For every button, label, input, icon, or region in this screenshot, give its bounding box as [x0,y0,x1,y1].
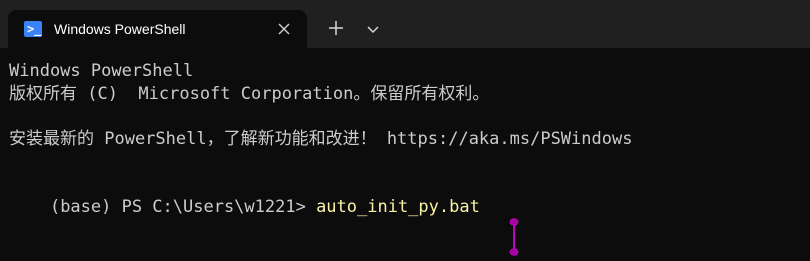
tab-bar: >_ Windows PowerShell [0,0,810,48]
chevron-down-icon [367,26,379,34]
tab-dropdown-button[interactable] [362,18,384,40]
terminal-line: Windows PowerShell [9,61,194,81]
plus-icon [329,21,343,35]
tab-windows-powershell[interactable]: >_ Windows PowerShell [8,10,307,48]
tab-title: Windows PowerShell [54,21,186,37]
prompt: (base) PS C:\Users\w1221> [49,197,317,217]
terminal-line: 安装最新的 PowerShell，了解新功能和改进！ https://aka.m… [9,129,633,149]
terminal-input-line: (base) PS C:\Users\w1221> auto_init_py.b… [9,174,480,240]
terminal-window[interactable]: Windows PowerShell 版权所有 (C) Microsoft Co… [0,48,810,256]
terminal-line: 版权所有 (C) Microsoft Corporation。保留所有权利。 [9,84,490,104]
new-tab-button[interactable] [322,14,350,42]
powershell-icon: >_ [24,21,42,37]
command-input[interactable]: auto_init_py.bat [316,197,480,217]
close-icon[interactable] [274,19,294,39]
text-caret-icon [509,218,519,256]
